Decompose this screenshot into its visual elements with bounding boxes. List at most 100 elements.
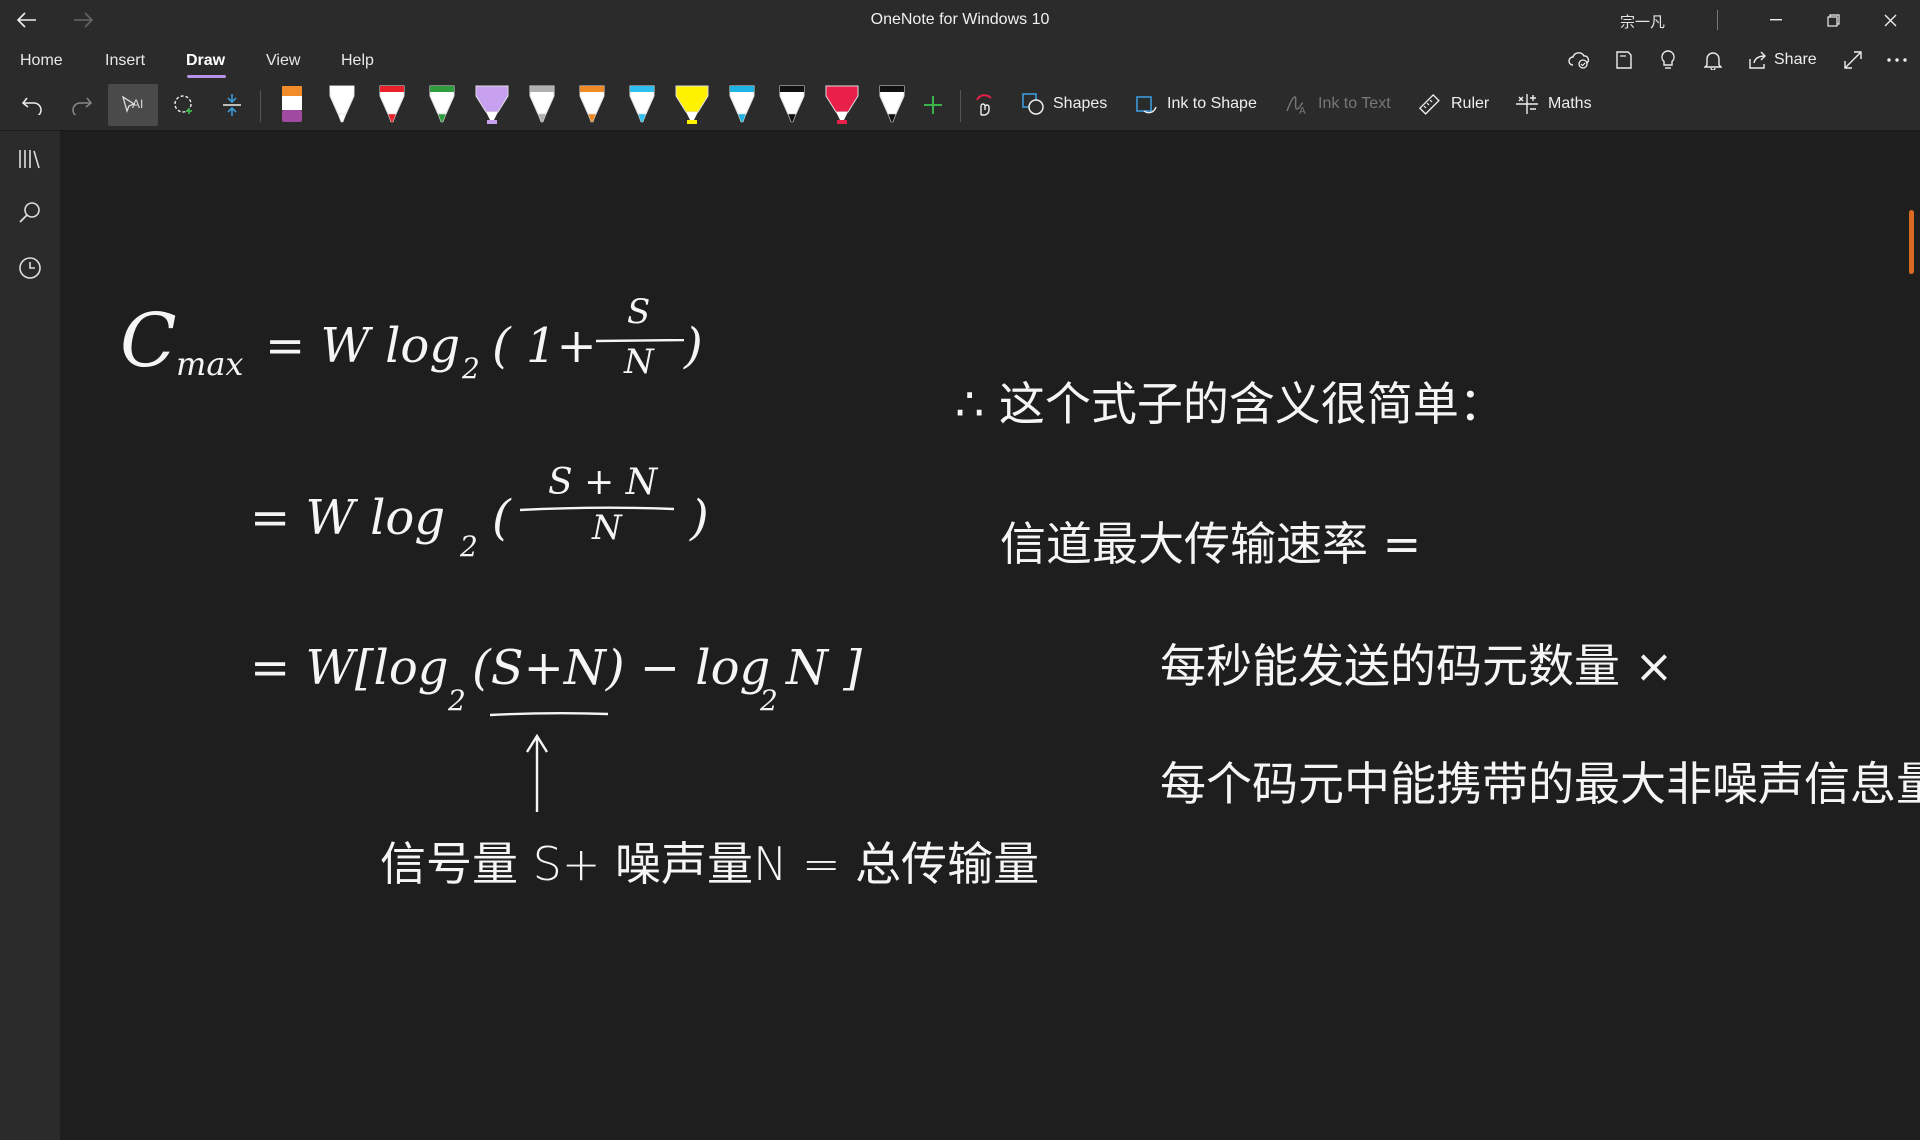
maths-icon [1516, 94, 1538, 114]
ink-symbols-per-second[interactable]: 每秒能发送的码元数量 × [1160, 630, 1673, 696]
ink-line3-log-base-2[interactable]: 2 [760, 684, 778, 717]
ink-max-subscript[interactable]: max [176, 345, 243, 383]
undo-button[interactable] [14, 84, 50, 126]
ink-frac1-denominator[interactable]: N [624, 342, 654, 382]
restore-button[interactable] [1815, 0, 1851, 40]
ink-meaning-heading[interactable]: ∴ 这个式子的含义很简单： [955, 368, 1505, 434]
type-select-button[interactable]: AI [108, 84, 158, 126]
ink-to-text-label: Ink to Text [1318, 95, 1391, 112]
ink-line3-log-base[interactable]: 2 [448, 684, 466, 717]
ink-line3-end[interactable]: N ] [786, 640, 862, 696]
ink-line1-close[interactable]: ) [684, 318, 703, 374]
cursor-text-icon: AI [121, 95, 143, 114]
redo-icon [72, 97, 93, 115]
pen-pen-10[interactable] [770, 84, 814, 126]
pen-icon [379, 85, 405, 123]
pen-icon [729, 85, 755, 123]
touch-draw-button[interactable] [966, 84, 1002, 126]
cloud-sync-icon [1568, 52, 1590, 69]
pen-marker-0[interactable] [270, 84, 314, 126]
pen-pen-5[interactable] [520, 84, 564, 126]
tab-draw[interactable]: Draw [186, 52, 225, 70]
pen-pen-3[interactable] [420, 84, 464, 126]
add-space-button[interactable] [214, 84, 250, 126]
maths-button[interactable]: Maths [1515, 93, 1592, 115]
pen-pen-1[interactable] [320, 84, 364, 126]
user-name[interactable]: 宗一凡 [1620, 11, 1665, 32]
ink-to-shape-button[interactable]: Ink to Shape [1136, 93, 1257, 115]
lasso-select-button[interactable] [166, 84, 202, 126]
ink-signal-noise-note[interactable]: 信号量 S+ 噪声量N = 总传输量 [380, 828, 1039, 894]
notebooks-button[interactable] [16, 145, 44, 173]
ink-to-text-icon: A [1286, 96, 1306, 115]
navigation-rail [0, 131, 60, 1140]
fullscreen-button[interactable] [1842, 49, 1864, 71]
shapes-button[interactable]: Shapes [1022, 93, 1107, 115]
more-options-button[interactable] [1886, 49, 1908, 71]
search-icon [19, 202, 40, 223]
toolbar-divider [260, 90, 261, 122]
active-tab-indicator [187, 75, 226, 78]
ink-line2-close[interactable]: ) [690, 490, 709, 546]
ruler-icon [1418, 93, 1440, 115]
tab-insert[interactable]: Insert [105, 52, 145, 70]
ink-line1-log[interactable]: = W log [265, 318, 460, 374]
ink-line2-log-base[interactable]: 2 [460, 530, 478, 563]
pen-pen-7[interactable] [620, 84, 664, 126]
minimize-button[interactable] [1758, 0, 1794, 40]
marker-icon [282, 86, 302, 122]
highlighter-icon [675, 85, 709, 124]
ink-frac2-numerator[interactable]: S + N [548, 462, 657, 503]
forward-button[interactable] [68, 0, 98, 40]
toolbar-divider [960, 90, 961, 122]
shapes-icon [1022, 93, 1044, 115]
ink-line1-log-base[interactable]: 2 [462, 352, 480, 385]
share-button[interactable]: Share [1748, 51, 1817, 69]
ink-line3-middle[interactable]: (S+N) − log [472, 640, 770, 696]
scrollbar-thumb[interactable] [1909, 210, 1914, 274]
notebook-view-button[interactable] [1613, 49, 1635, 71]
library-icon [19, 150, 40, 169]
ink-line2-log[interactable]: = W log [250, 490, 445, 546]
back-button[interactable] [12, 0, 42, 40]
page-icon [1616, 51, 1632, 69]
ink-underline [490, 712, 609, 717]
tell-me-button[interactable] [1657, 49, 1679, 71]
sync-button[interactable] [1568, 49, 1590, 71]
pen-icon [579, 85, 605, 123]
ink-to-text-button: A Ink to Text [1285, 93, 1391, 115]
ink-info-per-symbol[interactable]: 每个码元中能携带的最大非噪声信息量 [1160, 748, 1920, 814]
close-button[interactable] [1872, 0, 1908, 40]
pen-pen-9[interactable] [720, 84, 764, 126]
restore-icon [1826, 13, 1840, 27]
ink-frac2-denominator[interactable]: N [592, 508, 622, 548]
more-icon [1887, 58, 1907, 62]
ink-line3-log[interactable]: = W[log [250, 640, 449, 696]
pen-pen-2[interactable] [370, 84, 414, 126]
tab-home[interactable]: Home [20, 52, 63, 70]
redo-button[interactable] [64, 84, 100, 126]
titlebar-divider [1717, 10, 1718, 30]
ruler-button[interactable]: Ruler [1418, 93, 1489, 115]
notifications-button[interactable] [1702, 49, 1724, 71]
pen-highlighter-4[interactable] [470, 84, 514, 126]
pen-highlighter-8[interactable] [670, 84, 714, 126]
share-icon [1749, 51, 1766, 69]
tab-view[interactable]: View [266, 52, 300, 70]
ink-c[interactable]: C [120, 298, 177, 384]
undo-icon [21, 97, 42, 115]
tab-help[interactable]: Help [341, 52, 374, 70]
ink-max-rate[interactable]: 信道最大传输速率 = [1000, 508, 1421, 574]
pen-highlighter-11[interactable] [820, 84, 864, 126]
pen-icon [529, 85, 555, 123]
ink-frac1-numerator[interactable]: S [627, 292, 650, 332]
ink-line1-open[interactable]: ( 1+ [492, 318, 597, 374]
ink-to-shape-label: Ink to Shape [1167, 95, 1257, 112]
recent-notes-button[interactable] [16, 254, 44, 282]
ink-line2-open[interactable]: ( [492, 490, 511, 546]
pen-pen-6[interactable] [570, 84, 614, 126]
lasso-icon [174, 95, 192, 114]
pen-pen-12[interactable] [870, 84, 914, 126]
search-button[interactable] [16, 198, 44, 226]
add-pen-button[interactable] [915, 84, 951, 126]
